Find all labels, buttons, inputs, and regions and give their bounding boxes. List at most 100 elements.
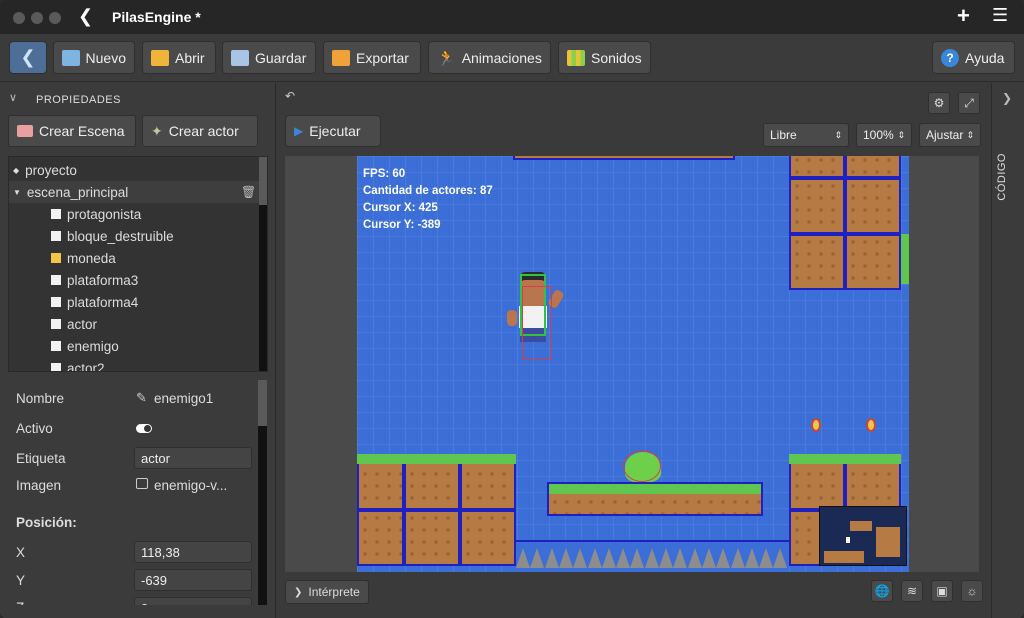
- hud-fps: FPS: 60: [363, 168, 406, 180]
- tree-item-proyecto[interactable]: ◆ proyecto: [13, 159, 263, 181]
- protagonista-sprite[interactable]: [507, 272, 565, 360]
- animaciones-button[interactable]: 🏃 Animaciones: [428, 41, 551, 74]
- actor-square-icon: [51, 319, 61, 329]
- pencil-icon[interactable]: ✎: [136, 390, 147, 406]
- section-title: PROPIEDADES: [36, 94, 121, 106]
- tree-item-label: actor: [67, 316, 98, 332]
- sonidos-button[interactable]: Sonidos: [558, 41, 651, 74]
- trash-icon[interactable]: 🗑: [241, 185, 256, 199]
- spike: [558, 548, 573, 568]
- etiqueta-label: Etiqueta: [16, 451, 66, 466]
- tree-item-actor[interactable]: protagonista: [51, 203, 267, 225]
- expand-icon[interactable]: ⤢: [958, 92, 980, 114]
- guardar-button[interactable]: Guardar: [222, 41, 316, 74]
- grass-top: [789, 454, 901, 464]
- tree-item-actor[interactable]: plataforma4: [51, 291, 267, 313]
- tree-item-actor[interactable]: actor: [51, 313, 267, 335]
- game-canvas[interactable]: FPS: 60 Cantidad de actores: 87 Cursor X…: [357, 156, 909, 572]
- image-icon[interactable]: ▣: [931, 580, 953, 602]
- plus-icon[interactable]: +: [957, 3, 970, 29]
- tree-item-actor[interactable]: moneda: [51, 247, 267, 269]
- updown-icon: ⇕: [897, 129, 905, 140]
- globe-icon[interactable]: 🌐: [871, 580, 893, 602]
- crear-escena-label: Crear Escena: [39, 123, 125, 139]
- zoom-select[interactable]: 100% ⇕: [856, 123, 912, 147]
- mode-select[interactable]: Libre ⇕: [763, 123, 849, 147]
- hamburger-menu-icon[interactable]: ☰: [992, 5, 1008, 26]
- tree-item-label: bloque_destruible: [67, 228, 174, 244]
- crear-actor-button[interactable]: ✦ Crear actor: [142, 115, 258, 147]
- hud-cursor-y: Cursor Y: -389: [363, 219, 441, 231]
- coin-sprite[interactable]: [866, 418, 876, 432]
- tree-item-actor[interactable]: enemigo: [51, 335, 267, 357]
- scrollbar-thumb[interactable]: [258, 380, 267, 426]
- actor-square-icon: [51, 341, 61, 351]
- tree-item-actor[interactable]: bloque_destruible: [51, 225, 267, 247]
- minimap[interactable]: [819, 506, 907, 566]
- imagen-value[interactable]: enemigo-v...: [154, 478, 227, 493]
- minimize-window-button[interactable]: [31, 12, 43, 24]
- enemigo-sprite[interactable]: [621, 450, 665, 482]
- imagen-label: Imagen: [16, 478, 62, 493]
- scene-tree: ◆ proyecto ▼ escena_principal 🗑 protagon…: [8, 156, 268, 372]
- coin-sprite[interactable]: [811, 418, 821, 432]
- tree-item-actor[interactable]: actor2: [51, 357, 267, 371]
- ayuda-button[interactable]: ? Ayuda: [932, 41, 1015, 74]
- grass-edge: [901, 234, 909, 284]
- z-label: Z: [16, 600, 24, 605]
- crear-escena-button[interactable]: Crear Escena: [8, 115, 136, 147]
- actor-square-icon: [51, 297, 61, 307]
- maximize-window-button[interactable]: [49, 12, 61, 24]
- z-field[interactable]: 0: [134, 597, 252, 605]
- spike: [616, 548, 631, 568]
- spike: [730, 548, 745, 568]
- chart-icon[interactable]: ≋: [901, 580, 923, 602]
- interprete-button[interactable]: ❯ Intérprete: [285, 580, 369, 604]
- tree-item-escena-principal[interactable]: ▼ escena_principal 🗑: [9, 181, 259, 203]
- close-window-button[interactable]: [13, 12, 25, 24]
- dirt-block: [845, 156, 901, 178]
- mode-select-value: Libre: [770, 128, 797, 142]
- updown-icon: ⇕: [966, 129, 974, 140]
- codigo-label: CÓDIGO: [996, 153, 1008, 201]
- chevron-left-icon[interactable]: ❮: [78, 6, 93, 27]
- abrir-button[interactable]: Abrir: [142, 41, 216, 74]
- gear-icon[interactable]: ⚙: [928, 92, 950, 114]
- grass-top: [357, 454, 516, 464]
- fit-select[interactable]: Ajustar ⇕: [919, 123, 981, 147]
- ejecutar-button[interactable]: ▶ Ejecutar: [285, 115, 381, 147]
- caret-down-icon: ▼: [13, 187, 21, 197]
- back-button[interactable]: ❮: [9, 41, 47, 74]
- undo-icon[interactable]: ↶: [285, 89, 295, 103]
- spike: [601, 548, 616, 568]
- activo-toggle[interactable]: [136, 424, 152, 433]
- tree-item-label: proyecto: [25, 162, 77, 178]
- save-disk-icon: [231, 49, 249, 66]
- props-scrollbar[interactable]: [258, 380, 267, 605]
- bottom-bar: ❯ Intérprete 🌐 ≋ ▣ ☼: [285, 580, 983, 608]
- etiqueta-field[interactable]: actor: [134, 447, 252, 469]
- editor-area: ↶ ⚙ ⤢ ▶ Ejecutar Libre ⇕ 100% ⇕ Ajustar …: [277, 83, 991, 618]
- help-icon: ?: [941, 48, 959, 67]
- tree-scrollbar[interactable]: [259, 157, 267, 371]
- crear-actor-label: Crear actor: [168, 123, 239, 139]
- y-field[interactable]: -639: [134, 569, 252, 591]
- image-icon: [136, 478, 148, 489]
- exportar-button[interactable]: Exportar: [323, 41, 421, 74]
- palette-icon[interactable]: ☼: [961, 580, 983, 602]
- nuevo-button[interactable]: Nuevo: [53, 41, 135, 74]
- chevron-down-icon[interactable]: ∨: [9, 91, 17, 104]
- nombre-label: Nombre: [16, 391, 65, 406]
- code-panel[interactable]: ❯ CÓDIGO: [991, 83, 1024, 618]
- exportar-label: Exportar: [356, 49, 409, 66]
- scrollbar-thumb[interactable]: [259, 157, 267, 205]
- equalizer-icon: [567, 49, 585, 66]
- spike: [544, 548, 559, 568]
- chevron-right-icon[interactable]: ❯: [1002, 91, 1012, 105]
- x-field[interactable]: 118,38: [134, 541, 252, 563]
- nombre-value[interactable]: enemigo1: [154, 391, 213, 406]
- spike: [587, 548, 602, 568]
- spike: [659, 548, 673, 568]
- tree-item-actor[interactable]: plataforma3: [51, 269, 267, 291]
- dirt-block: [845, 234, 901, 290]
